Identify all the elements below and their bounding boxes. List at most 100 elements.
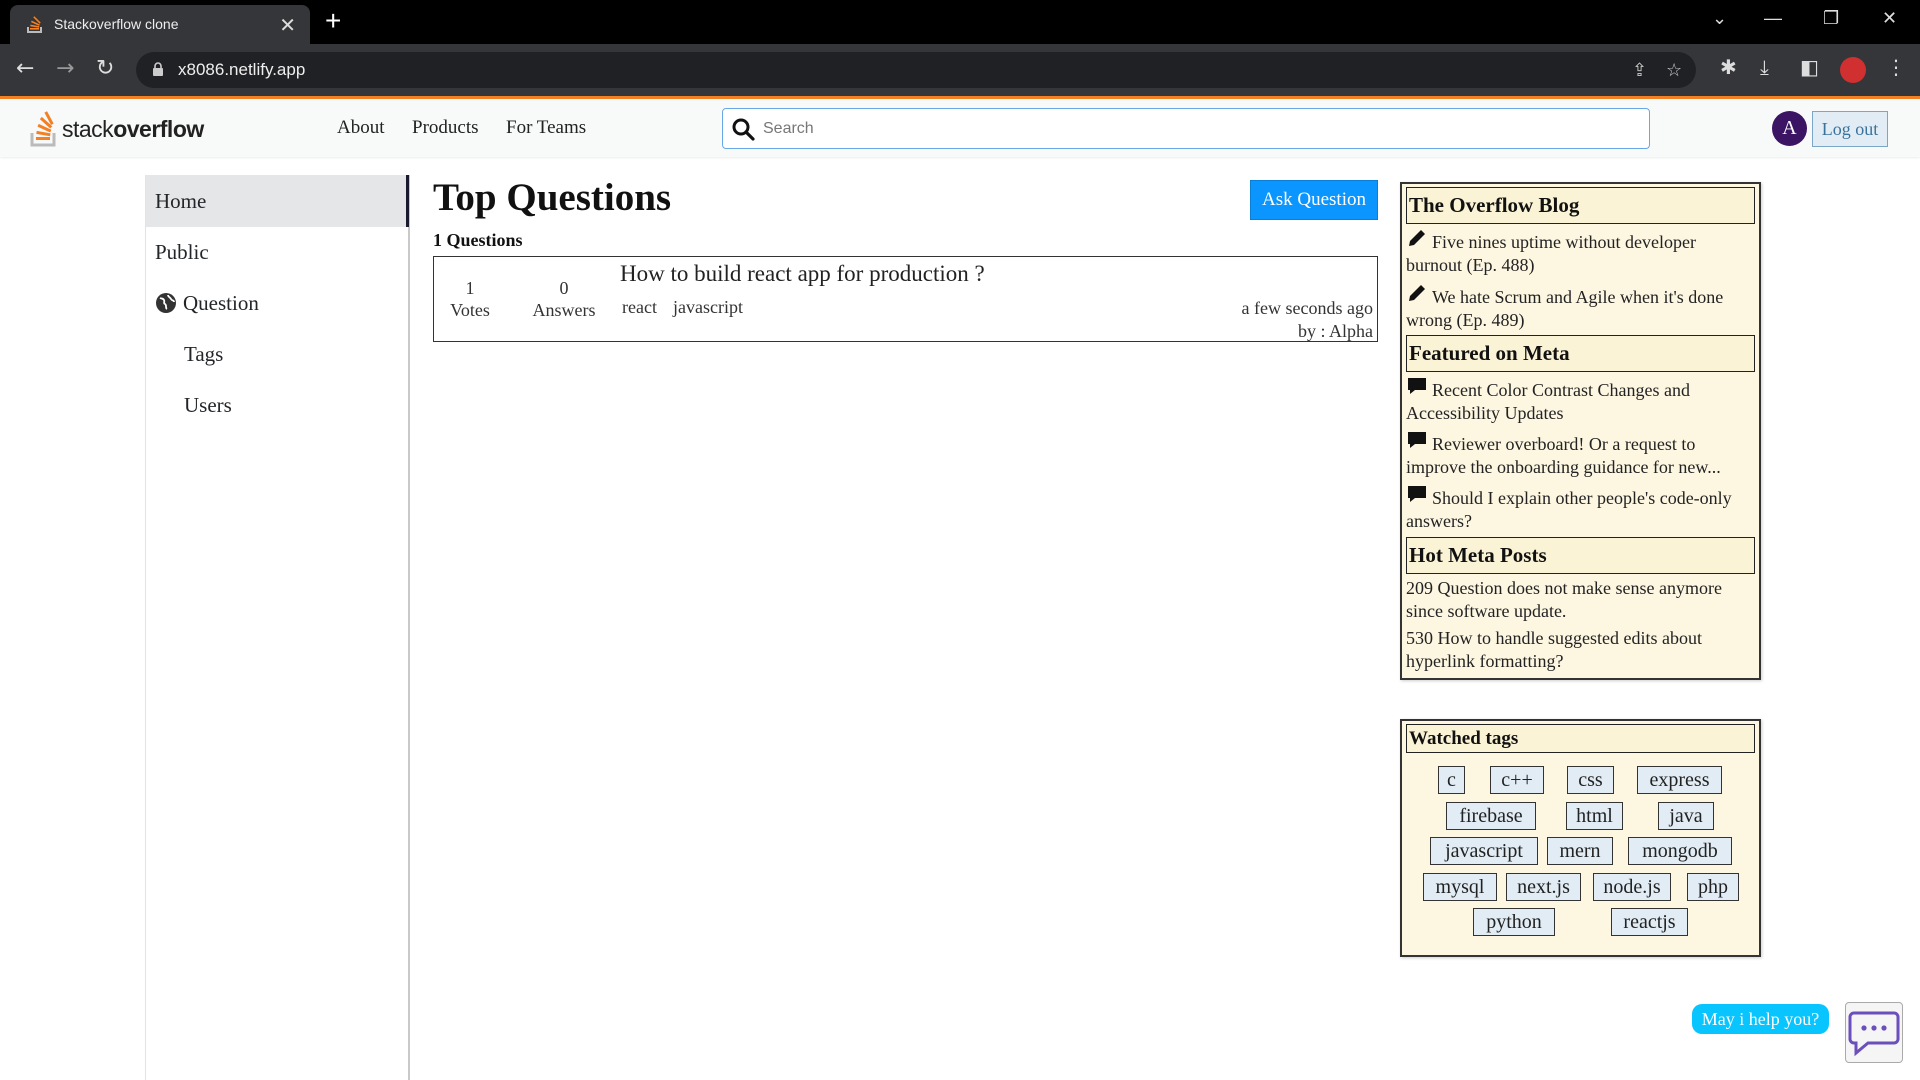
sidebar-item-label: Users (184, 393, 232, 417)
answers-stat: 0 Answers (528, 277, 600, 321)
new-tab-button[interactable]: + (325, 6, 341, 36)
question-time: a few seconds ago (1241, 298, 1373, 318)
chat-prompt-bubble[interactable]: May i help you? (1692, 1004, 1829, 1034)
sidebar-item-users[interactable]: Users (146, 379, 409, 431)
watched-tag[interactable]: next.js (1506, 873, 1581, 901)
menu-kebab-icon[interactable]: ⋮ (1886, 56, 1906, 78)
restore-icon[interactable]: ❐ (1823, 8, 1839, 29)
tab-title: Stackoverflow clone (54, 16, 179, 32)
pencil-icon (1409, 230, 1425, 246)
widget-item[interactable]: We hate Scrum and Agile when it's done w… (1406, 282, 1756, 332)
watched-tag[interactable]: c (1438, 766, 1465, 794)
watched-tag[interactable]: mern (1547, 837, 1613, 865)
sidebar-item-label: Tags (184, 342, 224, 366)
watched-tag[interactable]: c++ (1490, 766, 1544, 794)
extensions-icon[interactable]: ✱ (1720, 56, 1737, 78)
watched-tag[interactable]: node.js (1593, 873, 1671, 901)
answers-count: 0 (559, 278, 569, 298)
url-text: x8086.netlify.app (178, 60, 306, 79)
widget-heading-watched: Watched tags (1406, 724, 1755, 753)
tab-close-icon[interactable]: ✕ (279, 13, 296, 38)
watched-tag[interactable]: java (1658, 802, 1714, 830)
nav-about[interactable]: About (337, 117, 385, 139)
question-tag[interactable]: react (622, 297, 657, 318)
profile-icon[interactable] (1840, 57, 1866, 83)
votes-label: Votes (450, 300, 490, 320)
nav-products[interactable]: Products (412, 117, 479, 139)
lock-icon (153, 62, 163, 76)
nav-for-teams[interactable]: For Teams (506, 117, 586, 139)
avatar[interactable]: A (1772, 111, 1807, 146)
widget-item[interactable]: Reviewer overboard! Or a request to impr… (1406, 429, 1756, 479)
browser-tab[interactable]: Stackoverflow clone ✕ (10, 5, 310, 44)
answers-label: Answers (532, 300, 596, 320)
search-box[interactable] (722, 108, 1650, 149)
chat-button[interactable] (1845, 1002, 1903, 1063)
sidebar-item-question[interactable]: Question (146, 277, 409, 329)
download-icon[interactable]: ⤓ (1760, 56, 1769, 78)
widget-item[interactable]: Recent Color Contrast Changes and Access… (1406, 375, 1756, 425)
logout-button[interactable]: Log out (1812, 111, 1888, 147)
watched-tag[interactable]: html (1566, 802, 1623, 830)
watched-tag[interactable]: express (1637, 766, 1722, 794)
widget-heading-hot: Hot Meta Posts (1406, 537, 1755, 574)
question-meta: a few seconds ago by : Alpha (1242, 297, 1373, 343)
widget-item[interactable]: 209 Question does not make sense anymore… (1406, 577, 1756, 623)
widget-heading-meta: Featured on Meta (1406, 335, 1755, 372)
votes-count: 1 (465, 278, 475, 298)
question-count: 1 Questions (433, 230, 523, 250)
watched-tags-widget: Watched tags c c++ css express firebase … (1400, 719, 1761, 957)
site-header: stackoverflow About Products For Teams A… (0, 99, 1920, 157)
sidebar-item-label: Public (155, 240, 209, 264)
widget-heading-blog: The Overflow Blog (1406, 187, 1755, 224)
watched-tag[interactable]: firebase (1446, 802, 1536, 830)
question-author[interactable]: by : Alpha (1242, 320, 1373, 343)
watched-tag[interactable]: reactjs (1611, 908, 1688, 936)
widget-item[interactable]: Five nines uptime without developer burn… (1406, 227, 1756, 277)
minimize-icon[interactable]: — (1764, 8, 1782, 29)
stackoverflow-favicon-icon (27, 16, 42, 33)
sidebar-item-tags[interactable]: Tags (146, 328, 409, 380)
globe-icon (156, 293, 176, 313)
question-card: 1 Votes 0 Answers How to build react app… (433, 256, 1378, 342)
address-bar: ← → ↻ x8086.netlify.app ⇪ ☆ ✱ ⤓ ◧ ⋮ (0, 44, 1920, 96)
back-icon[interactable]: ← (16, 58, 34, 80)
omnibox[interactable]: x8086.netlify.app ⇪ ☆ (136, 52, 1696, 88)
sidebar-item-label: Home (155, 189, 207, 213)
question-tag[interactable]: javascript (673, 297, 743, 318)
tab-search-icon[interactable]: ⌄ (1712, 8, 1727, 29)
stackoverflow-logo-icon (30, 111, 56, 147)
speech-bubble-icon (1408, 486, 1426, 502)
sidebar-item-label: Question (183, 291, 259, 315)
search-icon (732, 118, 755, 141)
sidebar-item-public[interactable]: Public (146, 226, 409, 278)
question-title-link[interactable]: How to build react app for production ? (620, 261, 985, 287)
watched-tag[interactable]: javascript (1430, 837, 1538, 865)
side-panel-icon[interactable]: ◧ (1800, 56, 1819, 78)
widget-item[interactable]: 530 How to handle suggested edits about … (1406, 627, 1756, 673)
left-sidebar: Home Public Question Tags Users (145, 175, 410, 1080)
forward-icon[interactable]: → (56, 58, 74, 80)
pencil-icon (1409, 285, 1425, 301)
votes-stat: 1 Votes (450, 277, 490, 321)
share-icon[interactable]: ⇪ (1632, 60, 1647, 81)
watched-tag[interactable]: python (1473, 908, 1555, 936)
search-input[interactable] (763, 115, 1633, 143)
sidebar-widget: The Overflow Blog Five nines uptime with… (1400, 182, 1761, 680)
bookmark-star-icon[interactable]: ☆ (1666, 60, 1682, 81)
page-title: Top Questions (433, 176, 672, 219)
browser-tab-bar: Stackoverflow clone ✕ + ⌄ — ❐ ✕ (0, 0, 1920, 44)
watched-tag[interactable]: mongodb (1628, 837, 1732, 865)
reload-icon[interactable]: ↻ (96, 58, 114, 80)
watched-tag[interactable]: php (1687, 873, 1739, 901)
sidebar-item-home[interactable]: Home (146, 175, 409, 227)
speech-bubble-icon (1408, 378, 1426, 394)
widget-item[interactable]: Should I explain other people's code-onl… (1406, 483, 1756, 533)
logo[interactable]: stackoverflow (30, 109, 204, 149)
speech-bubble-icon (1408, 432, 1426, 448)
close-window-icon[interactable]: ✕ (1882, 8, 1897, 29)
watched-tag[interactable]: css (1567, 766, 1614, 794)
watched-tag[interactable]: mysql (1423, 873, 1497, 901)
ask-question-button[interactable]: Ask Question (1250, 180, 1378, 220)
logo-text: stackoverflow (62, 115, 204, 142)
